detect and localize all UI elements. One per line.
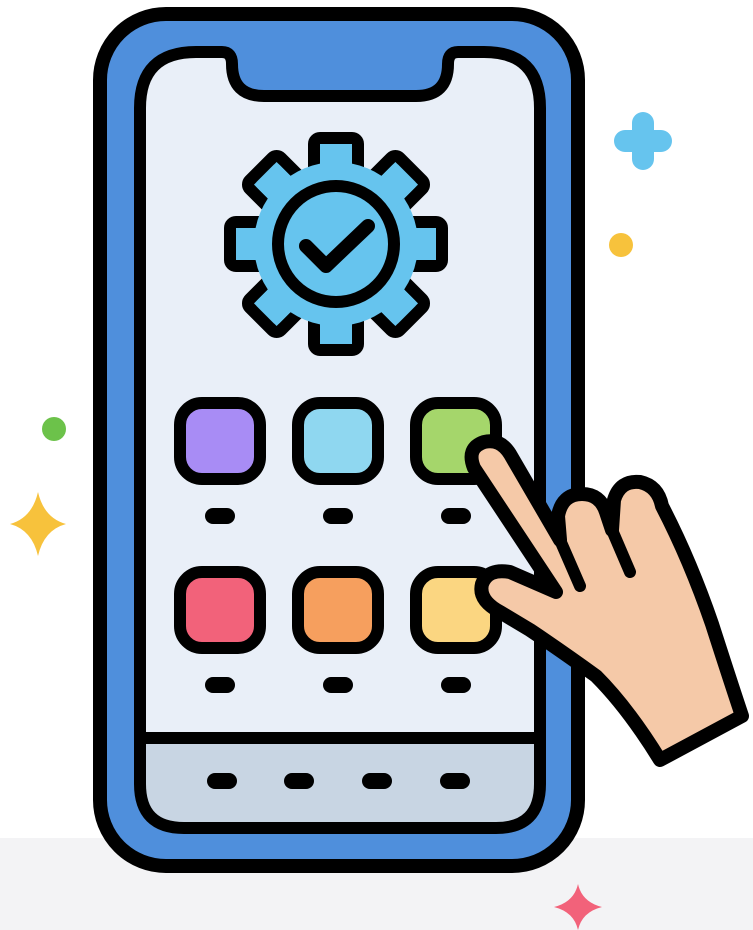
phone-settings-illustration bbox=[10, 7, 749, 930]
app-icon-purple[interactable] bbox=[174, 397, 266, 485]
sparkle-yellow-dot-icon bbox=[609, 233, 633, 257]
sparkle-green-dot-icon bbox=[42, 417, 66, 441]
sparkle-blue-cross-icon bbox=[614, 112, 672, 170]
sparkle-yellow-star-icon bbox=[10, 492, 66, 556]
sparkle-pink-star-icon bbox=[554, 884, 602, 930]
app-icon-orange[interactable] bbox=[292, 566, 384, 654]
gear-check-icon bbox=[224, 132, 448, 356]
app-icon-red[interactable] bbox=[174, 566, 266, 654]
app-icon-light-blue[interactable] bbox=[292, 397, 384, 485]
illustration-canvas bbox=[0, 0, 753, 930]
